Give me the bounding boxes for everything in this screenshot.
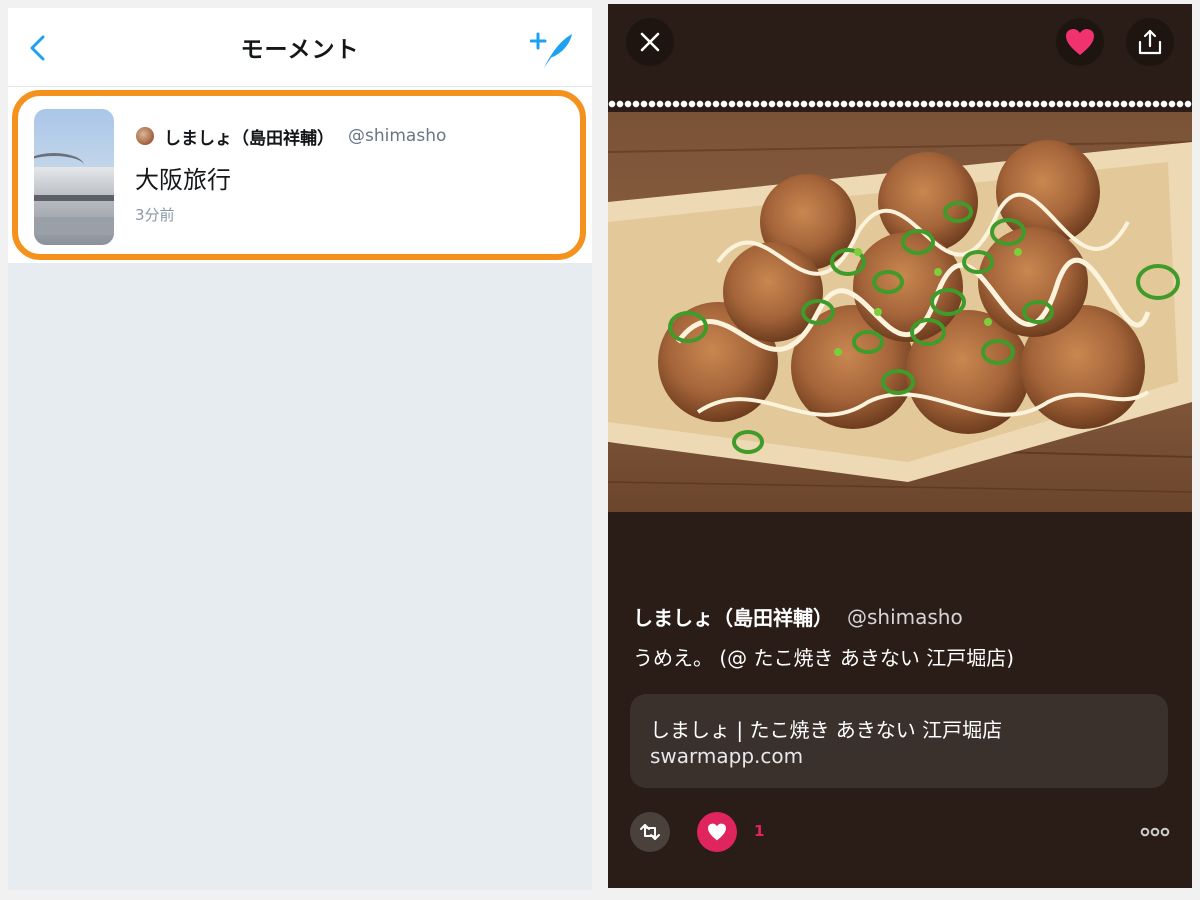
heart-icon [1066,29,1094,55]
moment-list-item: しましょ（島田祥輔） @shimasho 大阪旅行 3分前 [8,87,592,263]
tweet-actions: 1 [608,810,1192,854]
tweet-text: うめえ。 (@ たこ焼き あきない 江戸堀店) [633,646,1015,670]
close-icon [640,32,660,52]
close-button[interactable] [626,18,674,66]
avatar [136,127,154,145]
heart-icon [708,823,726,841]
page-title: モーメント [240,37,360,63]
tweet-footer: しましょ（島田祥輔） @shimasho うめえ。 (@ たこ焼き あきない 江… [608,512,1192,888]
author-handle: @shimasho [348,126,447,146]
like-moment-button[interactable] [1056,18,1104,66]
moment-author: しましょ（島田祥輔） @shimasho [136,124,447,149]
moment-card[interactable]: しましょ（島田祥輔） @shimasho 大阪旅行 3分前 [12,90,586,260]
retweet-icon [640,824,660,840]
moment-thumbnail [34,109,114,245]
share-button[interactable] [1126,18,1174,66]
more-options-button[interactable] [1140,822,1170,842]
link-card[interactable]: しましょ | たこ焼き あきない 江戸堀店 swarmapp.com [630,694,1168,788]
retweet-button[interactable] [630,812,670,852]
like-button[interactable] [697,812,737,852]
moments-screen: モーメント しましょ（島田祥輔） @shimasho 大阪旅行 3分前 [8,8,592,890]
moment-title: 大阪旅行 [135,166,231,194]
tweet-author-name[interactable]: しましょ（島田祥輔） [633,602,833,631]
tweet-detail-screen: しましょ（島田祥輔） @shimasho うめえ。 (@ たこ焼き あきない 江… [608,4,1192,888]
share-icon [1138,29,1162,55]
link-card-domain: swarmapp.com [650,744,804,768]
compose-moment-icon [529,32,572,68]
moment-timestamp: 3分前 [135,206,175,224]
tweet-author: しましょ（島田祥輔） @shimasho [633,602,963,631]
author-name: しましょ（島田祥輔） [164,128,334,149]
tweet-top-bar [608,4,1192,100]
tweet-author-handle[interactable]: @shimasho [847,605,963,629]
tweet-photo[interactable] [608,112,1192,512]
divider [608,100,1192,108]
moments-header: モーメント [8,8,592,87]
link-card-title: しましょ | たこ焼き あきない 江戸堀店 [650,718,1003,742]
create-moment-button[interactable] [529,30,574,70]
more-icon [1140,827,1170,837]
like-count: 1 [754,822,765,840]
